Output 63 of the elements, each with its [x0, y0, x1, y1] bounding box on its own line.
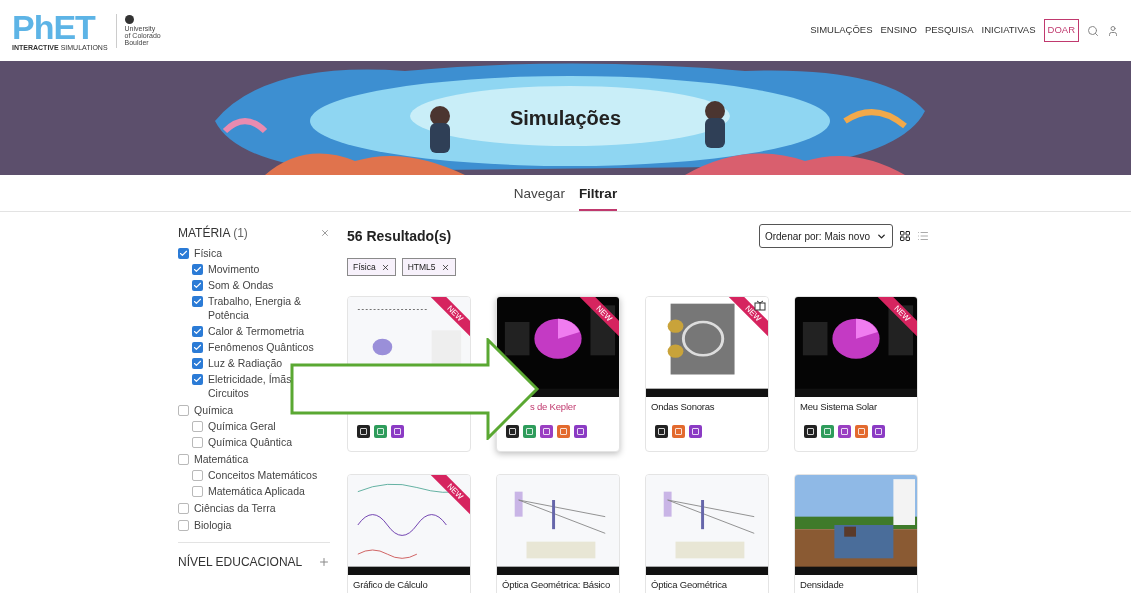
simulation-card[interactable]: Óptica Geométrica: [645, 474, 769, 593]
close-icon[interactable]: [320, 228, 330, 238]
card-title[interactable]: Óptica Geométrica: Básico: [502, 577, 610, 593]
checkbox[interactable]: [192, 374, 203, 385]
donate-button[interactable]: DOAR: [1043, 19, 1079, 42]
card-title[interactable]: s de Kepler: [530, 399, 576, 415]
filter-label: Matemática Aplicada: [208, 484, 305, 498]
nav-link[interactable]: PESQUISA: [924, 23, 974, 38]
tab[interactable]: Filtrar: [578, 183, 618, 211]
section-title: MATÉRIA (1): [178, 224, 248, 242]
tab[interactable]: Navegar: [513, 183, 565, 211]
checkbox[interactable]: [192, 264, 203, 275]
remove-icon[interactable]: [440, 262, 450, 272]
nav-link[interactable]: ENSINO: [880, 23, 917, 38]
checkbox[interactable]: [192, 437, 203, 448]
checkbox[interactable]: [192, 342, 203, 353]
filter-label: Luz & Radiação: [208, 356, 283, 370]
filter-label: Conceitos Matemáticos: [208, 468, 318, 482]
filter-label: Eletricidade, Ímãs Circuitos: [208, 372, 292, 400]
filter-label: Matemática: [194, 452, 249, 466]
remove-icon[interactable]: [380, 262, 390, 272]
card-title[interactable]: Óptica Geométrica: [651, 577, 727, 593]
filter-label: Movimento: [208, 262, 260, 276]
card-title[interactable]: Ondas Sonoras: [651, 399, 715, 415]
checkbox[interactable]: [178, 520, 189, 531]
filter-chip[interactable]: HTML5: [401, 258, 456, 276]
filter-label: Fenômenos Quânticos: [208, 340, 314, 354]
filter-label: Trabalho, Energia & Potência: [208, 294, 302, 322]
filter-label: Calor & Termometria: [208, 324, 305, 338]
filter-chip[interactable]: Física: [347, 258, 396, 276]
card-title[interactable]: Meu Sistema Solar: [800, 399, 877, 415]
sort-dropdown[interactable]: Ordenar por: Mais novo: [758, 224, 893, 248]
checkbox[interactable]: [192, 280, 203, 291]
filter-label: Ciências da Terra: [194, 501, 276, 515]
list-view-icon[interactable]: [917, 230, 929, 242]
checkbox[interactable]: [192, 421, 203, 432]
nav-link[interactable]: INICIATIVAS: [981, 23, 1036, 38]
card-title[interactable]: Densidade: [800, 577, 844, 593]
section-title: NÍVEL EDUCACIONAL: [178, 553, 303, 571]
page-title: Simulações: [509, 106, 622, 131]
filter-label: Química: [194, 403, 234, 417]
checkbox[interactable]: [192, 470, 203, 481]
user-icon[interactable]: [1107, 24, 1119, 37]
card-title[interactable]: Gráfico de Cálculo: [353, 577, 428, 593]
filter-label: Física: [194, 246, 222, 260]
checkbox[interactable]: [192, 486, 203, 497]
simulation-card[interactable]: Densidade: [794, 474, 918, 593]
results-count: 56 Resultado(s): [347, 226, 452, 246]
filter-label: Química Geral: [208, 419, 276, 433]
checkbox[interactable]: [192, 358, 203, 369]
filter-label: Biologia: [194, 518, 232, 532]
checkbox[interactable]: [192, 326, 203, 337]
filter-label: Química Quântica: [208, 435, 293, 449]
checkbox[interactable]: [178, 503, 189, 514]
checkbox[interactable]: [192, 296, 203, 307]
nav-link[interactable]: SIMULAÇÕES: [810, 23, 873, 38]
grid-view-icon[interactable]: [899, 230, 911, 242]
expand-icon[interactable]: [318, 556, 330, 568]
filter-label: Som & Ondas: [208, 278, 274, 292]
checkbox[interactable]: [178, 248, 189, 259]
checkbox[interactable]: [178, 454, 189, 465]
checkbox[interactable]: [178, 405, 189, 416]
simulation-card[interactable]: Óptica Geométrica: Básico: [496, 474, 620, 593]
